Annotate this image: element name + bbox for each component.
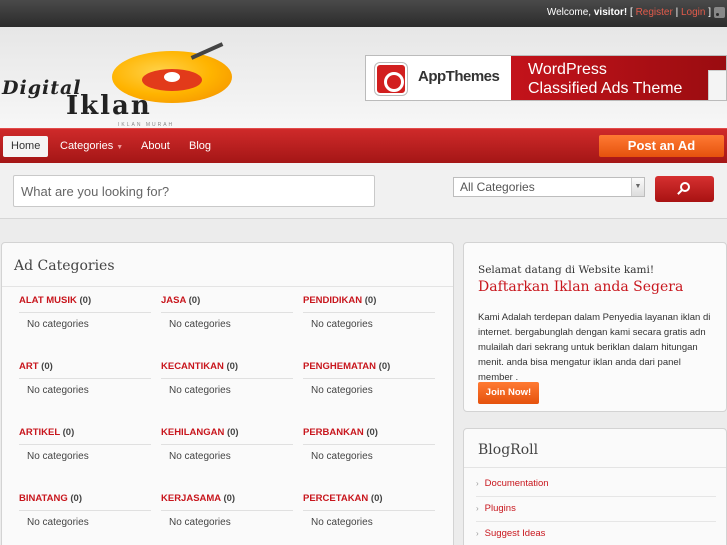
subcategory-text: No categories	[311, 319, 373, 330]
category-block: PERCETAKAN (0) No categories	[303, 493, 435, 545]
category-column: ALAT MUSIK (0) No categories ART (0) No …	[19, 295, 151, 545]
category-link[interactable]: JASA (0)	[161, 295, 293, 313]
category-link[interactable]: BINATANG (0)	[19, 493, 151, 511]
subcategory-text: No categories	[169, 319, 231, 330]
subcategory-text: No categories	[27, 451, 89, 462]
username: visitor!	[593, 7, 628, 18]
ad-categories-panel: Ad Categories ALAT MUSIK (0) No categori…	[1, 242, 454, 545]
subcategory-text: No categories	[169, 517, 231, 528]
category-block: PENGHEMATAN (0) No categories	[303, 361, 435, 427]
category-link[interactable]: KECANTIKAN (0)	[161, 361, 293, 379]
search-input[interactable]	[13, 175, 375, 207]
category-block: BINATANG (0) No categories	[19, 493, 151, 545]
login-link[interactable]: Login	[681, 7, 705, 18]
logo-tagline: IKLAN MURAH	[118, 122, 175, 128]
banner-line2: Classified Ads Theme	[528, 80, 683, 97]
top-bar: Welcome, visitor! [ Register | Login ]	[0, 0, 727, 27]
banner-screenshot	[708, 70, 726, 100]
logo-line2: Iklan	[66, 91, 152, 121]
subcategory-text: No categories	[27, 517, 89, 528]
blogroll-link-documentation[interactable]: › Documentation	[476, 478, 549, 489]
category-column: JASA (0) No categories KECANTIKAN (0) No…	[161, 295, 293, 545]
blogroll-panel: BlogRoll › Documentation › Plugins › Sugges…	[463, 428, 727, 545]
search-icon	[680, 182, 690, 192]
site-header: Digital Iklan IKLAN MURAH AppThemes Word…	[0, 27, 727, 128]
category-select[interactable]: All Categories ▼	[453, 177, 645, 197]
appthemes-banner[interactable]: AppThemes WordPress Classified Ads Theme	[365, 55, 727, 101]
category-link[interactable]: ALAT MUSIK (0)	[19, 295, 151, 313]
register-link[interactable]: Register	[636, 7, 673, 18]
subcategory-text: No categories	[311, 517, 373, 528]
category-block: KERJASAMA (0) No categories	[161, 493, 293, 545]
search-button[interactable]	[655, 176, 714, 202]
bullet-icon: ›	[476, 529, 479, 538]
category-link[interactable]: PENGHEMATAN (0)	[303, 361, 435, 379]
subcategory-text: No categories	[27, 319, 89, 330]
appthemes-logo-icon	[375, 63, 407, 95]
main-nav: Home Categories ▼ About Blog Post an Ad	[0, 128, 727, 163]
welcome-description: Kami Adalah terdepan dalam Penyedia laya…	[478, 312, 711, 383]
category-block: KEHILANGAN (0) No categories	[161, 427, 293, 493]
category-column: PENDIDIKAN (0) No categories PENGHEMATAN…	[303, 295, 435, 545]
nav-about[interactable]: About	[133, 136, 178, 157]
blogroll-link-suggest-ideas[interactable]: › Suggest Ideas	[476, 528, 545, 539]
subcategory-text: No categories	[169, 451, 231, 462]
banner-brand: AppThemes	[418, 68, 500, 85]
category-block: JASA (0) No categories	[161, 295, 293, 361]
category-block: PENDIDIKAN (0) No categories	[303, 295, 435, 361]
category-block: ARTIKEL (0) No categories	[19, 427, 151, 493]
ad-categories-title: Ad Categories	[14, 258, 115, 274]
category-link[interactable]: PENDIDIKAN (0)	[303, 295, 435, 313]
search-bar: All Categories ▼	[0, 163, 727, 219]
category-link[interactable]: ART (0)	[19, 361, 151, 379]
category-select-value: All Categories	[460, 180, 535, 194]
subcategory-text: No categories	[311, 385, 373, 396]
subcategory-text: No categories	[169, 385, 231, 396]
category-link[interactable]: PERCETAKAN (0)	[303, 493, 435, 511]
nav-categories-label: Categories	[60, 140, 114, 152]
bullet-icon: ›	[476, 479, 479, 488]
blogroll-link-plugins[interactable]: › Plugins	[476, 503, 516, 514]
site-logo[interactable]: Digital Iklan IKLAN MURAH	[0, 42, 240, 128]
banner-line1: WordPress	[528, 61, 607, 78]
category-block: ART (0) No categories	[19, 361, 151, 427]
subcategory-text: No categories	[27, 385, 89, 396]
blogroll-title: BlogRoll	[478, 442, 539, 458]
select-arrow-icon: ▼	[631, 178, 644, 196]
welcome-prefix: Welcome,	[546, 7, 594, 18]
chevron-down-icon: ▼	[116, 144, 124, 151]
nav-blog[interactable]: Blog	[181, 136, 219, 157]
rss-icon[interactable]	[714, 7, 725, 18]
category-block: KECANTIKAN (0) No categories	[161, 361, 293, 427]
join-now-button[interactable]: Join Now!	[478, 382, 539, 404]
subcategory-text: No categories	[311, 451, 373, 462]
category-link[interactable]: KERJASAMA (0)	[161, 493, 293, 511]
nav-home[interactable]: Home	[3, 136, 49, 157]
category-link[interactable]: KEHILANGAN (0)	[161, 427, 293, 445]
category-block: PERBANKAN (0) No categories	[303, 427, 435, 493]
category-link[interactable]: ARTIKEL (0)	[19, 427, 151, 445]
category-link[interactable]: PERBANKAN (0)	[303, 427, 435, 445]
post-ad-button[interactable]: Post an Ad	[599, 135, 724, 157]
welcome-text: Welcome, visitor! [ Register | Login ]	[546, 7, 711, 18]
nav-categories[interactable]: Categories ▼	[52, 136, 131, 157]
bullet-icon: ›	[476, 504, 479, 513]
category-block: ALAT MUSIK (0) No categories	[19, 295, 151, 361]
welcome-box: Selamat datang di Website kami! Daftarka…	[463, 242, 727, 412]
welcome-greeting: Selamat datang di Website kami!	[478, 264, 655, 276]
welcome-headline: Daftarkan Iklan anda Segera	[478, 279, 684, 295]
